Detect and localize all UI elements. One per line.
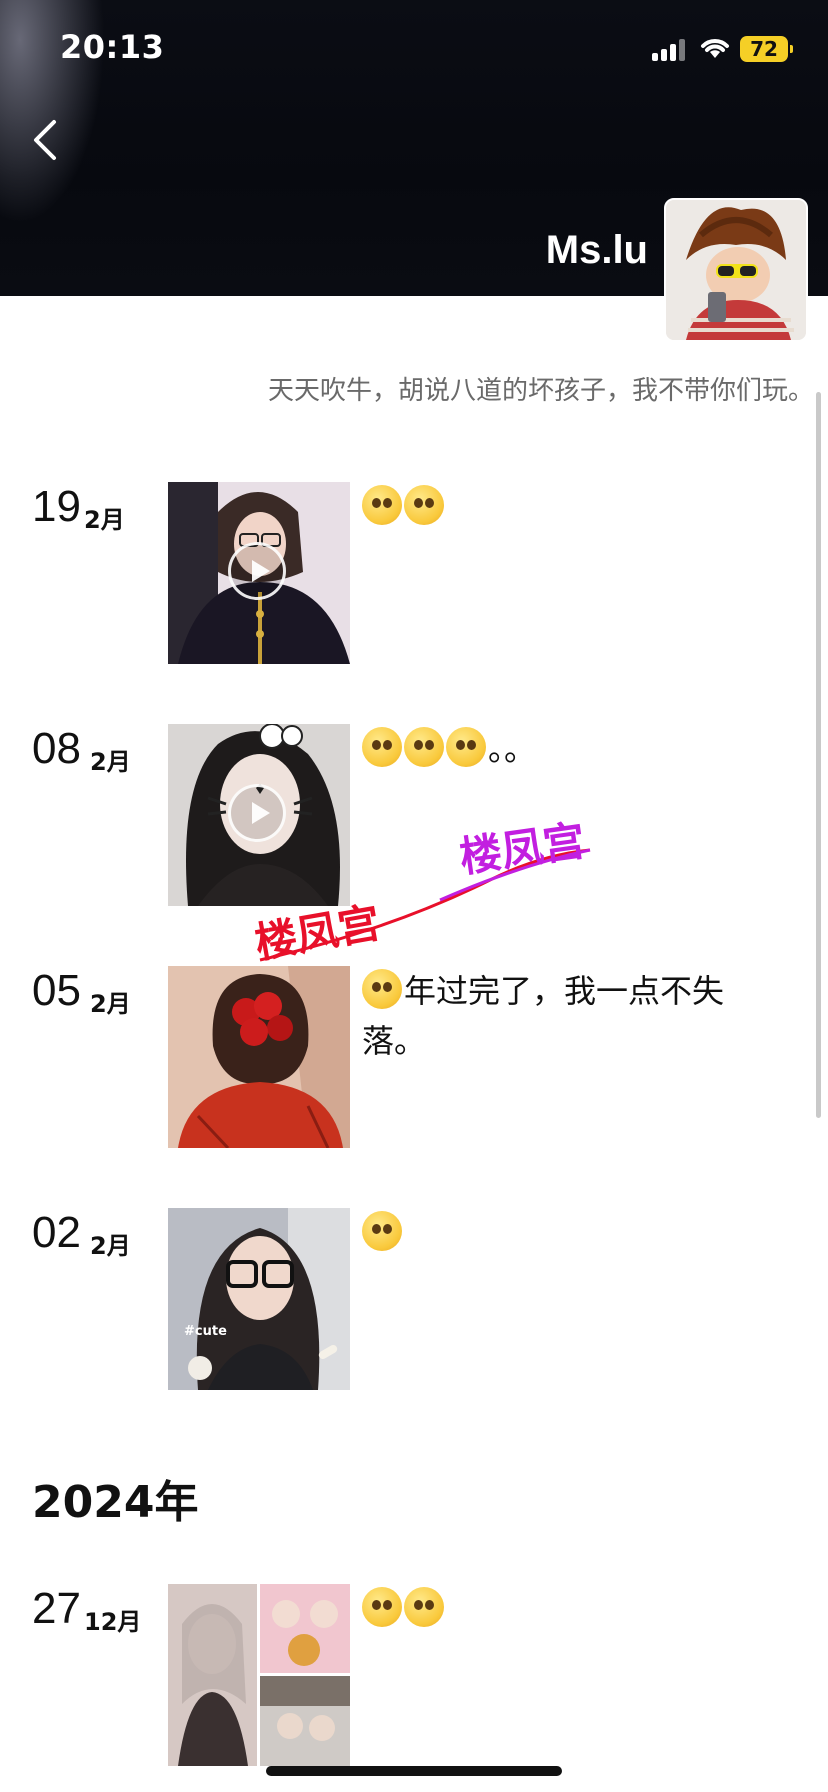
post-text xyxy=(362,1208,782,1258)
svg-text:楼凤宫: 楼凤宫 xyxy=(251,898,384,968)
status-time: 20:13 xyxy=(60,28,165,66)
thumb-tag: #cute xyxy=(184,1324,227,1339)
battery-icon: 72 xyxy=(740,36,793,62)
avatar[interactable] xyxy=(664,198,808,342)
post-month: 2月 xyxy=(84,506,125,534)
post-day: 02 xyxy=(32,1208,81,1257)
post-thumbnail[interactable] xyxy=(168,966,350,1148)
post-month: 2月 xyxy=(90,748,131,776)
svg-text:楼凤宫: 楼凤宫 xyxy=(457,816,589,882)
post-thumbnail-grid[interactable] xyxy=(168,1584,350,1766)
profile-signature: 天天吹牛，胡说八道的坏孩子，我不带你们玩。 xyxy=(267,376,814,406)
post-thumbnail[interactable] xyxy=(168,482,350,664)
scrollbar[interactable] xyxy=(816,392,821,1118)
emoji-icon xyxy=(362,485,402,525)
post-day: 27 xyxy=(32,1584,81,1633)
status-bar: 20:13 72 xyxy=(0,0,828,100)
post-day: 08 xyxy=(32,724,81,773)
year-divider: 2024年 xyxy=(32,1477,199,1528)
watermark-logo: 楼凤宫 楼凤宫 xyxy=(251,816,591,968)
post-text xyxy=(362,1584,782,1634)
emoji-icon xyxy=(362,1587,402,1627)
emoji-icon xyxy=(404,485,444,525)
emoji-icon xyxy=(404,727,444,767)
post-text: 。。 xyxy=(362,724,782,774)
post-text: 年过完了，我一点不失落。 xyxy=(362,966,782,1066)
home-indicator[interactable] xyxy=(266,1766,562,1776)
back-arrow-icon[interactable] xyxy=(26,116,66,164)
emoji-icon xyxy=(404,1587,444,1627)
profile-name: Ms.lu xyxy=(545,228,648,272)
post-text xyxy=(362,482,782,532)
post-month: 2月 xyxy=(90,990,131,1018)
post-day: 19 xyxy=(32,482,81,531)
emoji-icon xyxy=(362,1211,402,1251)
post-day: 05 xyxy=(32,966,81,1015)
cellular-signal-icon xyxy=(652,39,688,61)
wifi-icon xyxy=(701,39,729,58)
emoji-icon xyxy=(446,727,486,767)
play-icon xyxy=(228,542,286,600)
post-thumbnail[interactable]: #cute xyxy=(168,1208,350,1390)
emoji-icon xyxy=(362,969,402,1009)
post-month: 12月 xyxy=(84,1608,142,1636)
emoji-icon xyxy=(362,727,402,767)
post-month: 2月 xyxy=(90,1232,131,1260)
